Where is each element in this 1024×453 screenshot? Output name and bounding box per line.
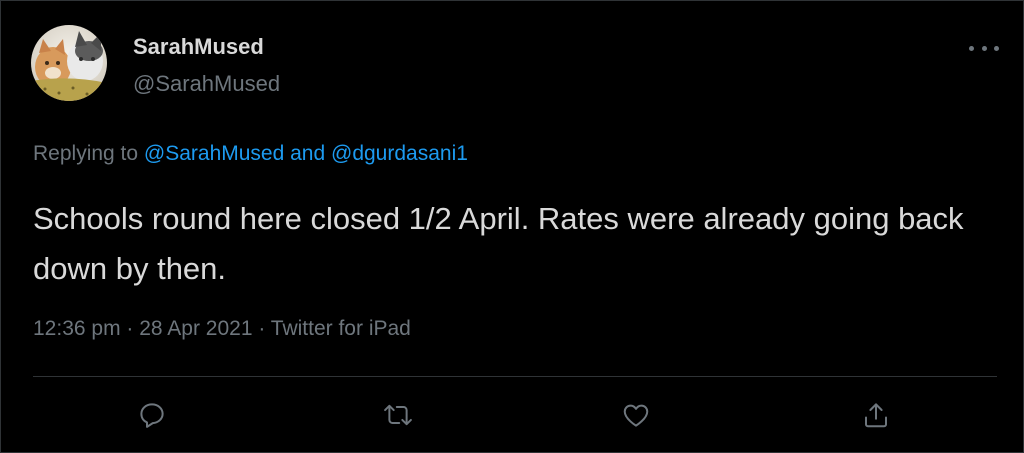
user-handle[interactable]: @SarahMused — [133, 71, 280, 97]
tweet-card: SarahMused @SarahMused Replying to @Sara… — [0, 0, 1024, 453]
display-name[interactable]: SarahMused — [133, 34, 264, 60]
tweet-date[interactable]: 28 Apr 2021 — [139, 317, 252, 340]
tweet-text: Schools round here closed 1/2 April. Rat… — [33, 201, 964, 286]
heart-icon[interactable] — [619, 398, 653, 432]
avatar[interactable] — [31, 25, 107, 101]
tweet-meta: 12:36 pm · 28 Apr 2021 · Twitter for iPa… — [33, 317, 411, 341]
more-horizontal-icon[interactable] — [969, 37, 999, 59]
meta-separator: · — [252, 317, 271, 340]
reply-icon[interactable] — [135, 398, 169, 432]
retweet-icon[interactable] — [381, 398, 415, 432]
meta-separator: · — [120, 317, 140, 340]
tweet-source[interactable]: Twitter for iPad — [271, 317, 411, 340]
more-dot — [969, 45, 974, 51]
more-dot — [981, 45, 987, 51]
tweet-time[interactable]: 12:36 pm — [33, 317, 121, 340]
divider — [33, 376, 997, 377]
replying-to: Replying to @SarahMused and @dgurdasani1 — [33, 142, 468, 166]
more-dot — [994, 45, 999, 51]
replying-to-links[interactable]: @SarahMused and @dgurdasani1 — [144, 142, 468, 165]
replying-prefix: Replying to — [33, 142, 144, 165]
share-icon[interactable] — [859, 398, 893, 432]
